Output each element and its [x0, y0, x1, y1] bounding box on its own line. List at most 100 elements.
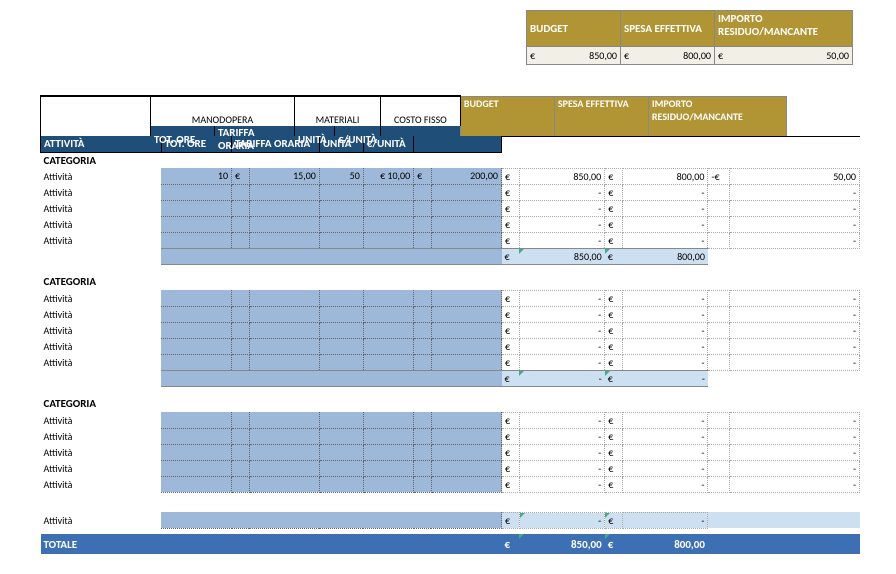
cell-rate[interactable]	[249, 184, 319, 200]
cell-rate-cur[interactable]	[232, 322, 250, 338]
cell-rate-cur[interactable]	[232, 306, 250, 322]
cell-fixed-cur[interactable]	[414, 290, 432, 306]
cell-bud[interactable]: -	[519, 306, 605, 322]
cell-units[interactable]: 50	[319, 168, 363, 184]
cell-hours[interactable]	[161, 444, 231, 460]
cell-hours[interactable]	[161, 460, 231, 476]
cell-unit-price[interactable]	[363, 444, 413, 460]
cell-bud-cur[interactable]: €	[502, 460, 520, 476]
cell-hours[interactable]	[161, 322, 231, 338]
cell-hours[interactable]	[161, 428, 231, 444]
cell-units[interactable]	[319, 322, 363, 338]
cell-fixed-cur[interactable]	[414, 444, 432, 460]
activity-row[interactable]: Attività € - € - -	[41, 460, 860, 476]
cell-fixed[interactable]	[431, 216, 501, 232]
cell-fixed-cur[interactable]	[414, 232, 432, 248]
cell-unit-price[interactable]: € 10,00	[363, 168, 413, 184]
activity-row[interactable]: Attività € - € - -	[41, 200, 860, 216]
cell-bud-cur[interactable]: €	[502, 200, 520, 216]
activity-row[interactable]: Attività € - € - -	[41, 476, 860, 492]
cell-units[interactable]	[319, 460, 363, 476]
cell-bud-cur[interactable]: €	[502, 322, 520, 338]
cell-units[interactable]	[319, 216, 363, 232]
cell-rate-cur[interactable]	[232, 354, 250, 370]
cell-units[interactable]	[319, 338, 363, 354]
activity-row[interactable]: Attività € - € - -	[41, 232, 860, 248]
cell-fixed[interactable]: 200,00	[431, 168, 501, 184]
cell-units[interactable]	[319, 232, 363, 248]
cell-rate-cur[interactable]	[232, 444, 250, 460]
cell-sp[interactable]: -	[622, 322, 708, 338]
cell-fixed-cur[interactable]	[414, 322, 432, 338]
activity-row[interactable]: Attività € - € - -	[41, 322, 860, 338]
cell-hours[interactable]	[161, 184, 231, 200]
cell-sp[interactable]: -	[622, 200, 708, 216]
cell-fixed[interactable]	[431, 428, 501, 444]
cell-rate-cur[interactable]	[232, 290, 250, 306]
cell-rate[interactable]	[249, 428, 319, 444]
cell-rate-cur[interactable]	[232, 460, 250, 476]
cell-rate-cur[interactable]	[232, 216, 250, 232]
cell-fixed-cur[interactable]	[414, 200, 432, 216]
cell-hours[interactable]	[161, 290, 231, 306]
cell-bud[interactable]: -	[519, 412, 605, 428]
cell-hours[interactable]	[161, 232, 231, 248]
cell-units[interactable]	[319, 290, 363, 306]
cell-sp-cur[interactable]: €	[605, 232, 623, 248]
cell-hours[interactable]	[161, 338, 231, 354]
cell-rate[interactable]	[249, 338, 319, 354]
cell-unit-price[interactable]	[363, 216, 413, 232]
cell-unit-price[interactable]	[363, 184, 413, 200]
cell-sp-cur[interactable]: €	[605, 412, 623, 428]
cell-unit-price[interactable]	[363, 306, 413, 322]
cell-sp-cur[interactable]: €	[605, 184, 623, 200]
cell-units[interactable]	[319, 428, 363, 444]
cell-sp[interactable]: -	[622, 338, 708, 354]
cell-bud-cur[interactable]: €	[502, 476, 520, 492]
cell-units[interactable]	[319, 306, 363, 322]
cell-unit-price[interactable]	[363, 412, 413, 428]
cell-units[interactable]	[319, 476, 363, 492]
cell-fixed-cur[interactable]	[414, 428, 432, 444]
cell-hours[interactable]	[161, 412, 231, 428]
cell-rate[interactable]	[249, 322, 319, 338]
cell-fixed-cur[interactable]	[414, 306, 432, 322]
cell-hours[interactable]	[161, 200, 231, 216]
cell-bud-cur[interactable]: €	[502, 290, 520, 306]
cell-sp-cur[interactable]: €	[605, 444, 623, 460]
cell-rate[interactable]	[249, 200, 319, 216]
cell-rate-cur[interactable]	[232, 428, 250, 444]
cell-bud[interactable]: -	[519, 428, 605, 444]
cell-sp[interactable]: -	[622, 354, 708, 370]
cell-sp-cur[interactable]: €	[605, 476, 623, 492]
cell-units[interactable]	[319, 200, 363, 216]
cell-rate-cur[interactable]: €	[232, 168, 250, 184]
cell-sp[interactable]: -	[622, 428, 708, 444]
cell-rate-cur[interactable]	[232, 412, 250, 428]
cell-fixed-cur[interactable]	[414, 412, 432, 428]
activity-row[interactable]: Attività € - € - -	[41, 354, 860, 370]
cell-unit-price[interactable]	[363, 460, 413, 476]
activity-row[interactable]: Attività € - € - -	[41, 412, 860, 428]
cell-sp-cur[interactable]: €	[605, 306, 623, 322]
cell-sp[interactable]: -	[622, 232, 708, 248]
cell-hours[interactable]	[161, 354, 231, 370]
cell-rate[interactable]	[249, 412, 319, 428]
cell-bud[interactable]: -	[519, 232, 605, 248]
activity-row[interactable]: Attività € - € - -	[41, 184, 860, 200]
cell-bud-cur[interactable]: €	[502, 338, 520, 354]
cell-rate[interactable]	[249, 444, 319, 460]
cell-bud-cur[interactable]: €	[502, 184, 520, 200]
cell-fixed[interactable]	[431, 184, 501, 200]
cell-sp-cur[interactable]: €	[605, 290, 623, 306]
cell-rate-cur[interactable]	[232, 476, 250, 492]
cell-unit-price[interactable]	[363, 290, 413, 306]
cell-bud-cur[interactable]: €	[502, 444, 520, 460]
cell-fixed-cur[interactable]	[414, 460, 432, 476]
activity-row[interactable]: Attività € - € - -	[41, 444, 860, 460]
cell-bud[interactable]: -	[519, 354, 605, 370]
cell-fixed-cur[interactable]	[414, 184, 432, 200]
cell-rate[interactable]	[249, 306, 319, 322]
cell-unit-price[interactable]	[363, 232, 413, 248]
cell-sp[interactable]: -	[622, 444, 708, 460]
